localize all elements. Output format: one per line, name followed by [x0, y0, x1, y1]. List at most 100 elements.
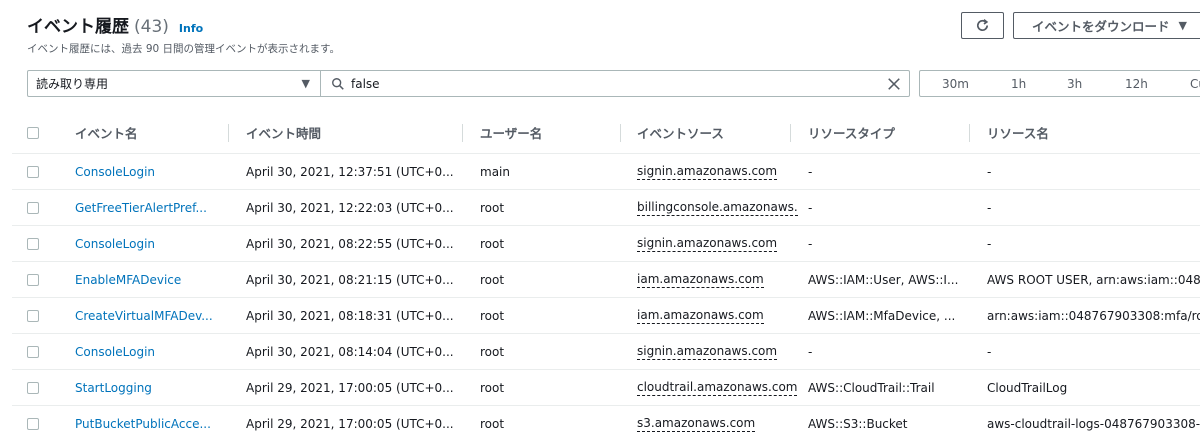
resource-name: -: [987, 164, 992, 179]
select-all-checkbox[interactable]: [27, 126, 39, 139]
row-checkbox[interactable]: [27, 417, 39, 430]
event-name-link[interactable]: EnableMFADevice: [75, 273, 181, 287]
table-row: ConsoleLogin April 30, 2021, 08:22:55 (U…: [12, 226, 1200, 262]
event-name-link[interactable]: GetFreeTierAlertPref...: [75, 201, 207, 215]
column-header-event-source[interactable]: イベントソース: [637, 112, 724, 153]
resource-type: AWS::IAM::User, AWS::I...: [808, 272, 959, 287]
event-name-link[interactable]: CreateVirtualMFADev...: [75, 309, 213, 323]
download-events-label: イベントをダウンロード: [1032, 19, 1170, 34]
row-checkbox[interactable]: [27, 381, 39, 394]
caret-down-icon: ▼: [301, 77, 310, 90]
resource-name: CloudTrailLog: [987, 380, 1068, 395]
event-time: April 30, 2021, 12:22:03 (UTC+0...: [246, 200, 454, 215]
event-name-link[interactable]: ConsoleLogin: [75, 345, 155, 359]
column-divider[interactable]: [462, 124, 463, 142]
download-events-button[interactable]: イベントをダウンロード ▼: [1013, 12, 1200, 39]
event-source[interactable]: signin.amazonaws.com: [637, 164, 778, 180]
event-name-link[interactable]: StartLogging: [75, 381, 152, 395]
clear-icon[interactable]: [887, 77, 901, 91]
resource-type: AWS::IAM::MfaDevice, ...: [808, 308, 956, 323]
event-source[interactable]: cloudtrail.amazonaws.com: [637, 380, 798, 396]
events-table: イベント名 イベント時間 ユーザー名 イベントソース リソースタイプ リソース名…: [12, 112, 1200, 441]
resource-type: AWS::CloudTrail::Trail: [808, 380, 935, 395]
time-range-1h[interactable]: 1h: [1011, 77, 1026, 91]
resource-name: AWS ROOT USER, arn:aws:iam::04876: [987, 272, 1200, 287]
row-select-cell: [27, 226, 39, 261]
row-select-cell: [27, 154, 39, 189]
info-link[interactable]: Info: [179, 22, 203, 35]
row-checkbox[interactable]: [27, 237, 39, 250]
page-description: イベント履歴には、過去 90 日間の管理イベントが表示されます。: [27, 43, 340, 55]
row-checkbox[interactable]: [27, 165, 39, 178]
table-row: ConsoleLogin April 30, 2021, 08:14:04 (U…: [12, 334, 1200, 370]
row-checkbox[interactable]: [27, 345, 39, 358]
resource-type: AWS::S3::Bucket: [808, 416, 908, 431]
search-input[interactable]: [351, 76, 871, 91]
row-select-cell: [27, 370, 39, 405]
time-range-3h[interactable]: 3h: [1067, 77, 1082, 91]
event-time: April 30, 2021, 08:21:15 (UTC+0...: [246, 272, 454, 287]
resource-type: -: [808, 164, 813, 179]
user-name: root: [480, 236, 505, 251]
user-name: main: [480, 164, 510, 179]
event-time: April 30, 2021, 08:14:04 (UTC+0...: [246, 344, 454, 359]
refresh-button[interactable]: [961, 12, 1004, 39]
resource-type: -: [808, 236, 813, 251]
event-time: April 29, 2021, 17:00:05 (UTC+0...: [246, 416, 454, 431]
time-range-30m[interactable]: 30m: [942, 77, 969, 91]
column-header-event-time[interactable]: イベント時間: [246, 112, 321, 153]
time-range-selector: 30m 1h 3h 12h Cu: [919, 70, 1200, 97]
page-title: イベント履歴: [27, 17, 129, 37]
event-name-link[interactable]: PutBucketPublicAcce...: [75, 417, 211, 431]
table-row: ConsoleLogin April 30, 2021, 12:37:51 (U…: [12, 154, 1200, 190]
row-select-cell: [27, 298, 39, 333]
time-range-custom[interactable]: Cu: [1190, 77, 1200, 91]
event-source[interactable]: iam.amazonaws.com: [637, 308, 764, 324]
event-name-link[interactable]: ConsoleLogin: [75, 237, 155, 251]
header-title-row: イベント履歴 (43) Info: [27, 12, 203, 37]
resource-name: aws-cloudtrail-logs-048767903308-4: [987, 416, 1200, 431]
refresh-icon: [977, 19, 989, 31]
event-source[interactable]: signin.amazonaws.com: [637, 344, 778, 360]
search-icon: [332, 78, 344, 90]
event-time: April 30, 2021, 08:22:55 (UTC+0...: [246, 236, 454, 251]
event-time: April 29, 2021, 17:00:05 (UTC+0...: [246, 380, 454, 395]
row-select-cell: [27, 334, 39, 369]
column-divider[interactable]: [790, 124, 791, 142]
resource-name: -: [987, 344, 992, 359]
table-row: StartLogging April 29, 2021, 17:00:05 (U…: [12, 370, 1200, 406]
row-checkbox[interactable]: [27, 273, 39, 286]
event-count: (43): [134, 17, 169, 37]
event-source[interactable]: billingconsole.amazonaws.: [637, 200, 798, 216]
lookup-attribute-select[interactable]: 読み取り専用 ▼: [27, 70, 321, 97]
user-name: root: [480, 380, 505, 395]
user-name: root: [480, 308, 505, 323]
row-checkbox[interactable]: [27, 309, 39, 322]
event-time: April 30, 2021, 08:18:31 (UTC+0...: [246, 308, 454, 323]
resource-type: -: [808, 200, 813, 215]
resource-name: arn:aws:iam::048767903308:mfa/roo: [987, 308, 1200, 323]
caret-down-icon: ▼: [1178, 19, 1187, 32]
column-divider[interactable]: [620, 124, 621, 142]
column-divider[interactable]: [228, 124, 229, 142]
column-header-user-name[interactable]: ユーザー名: [480, 112, 542, 153]
lookup-attribute-value: 読み取り専用: [36, 77, 109, 91]
row-select-cell: [27, 262, 39, 297]
event-history-page: イベント履歴 (43) Info イベント履歴には、過去 90 日間の管理イベン…: [0, 0, 1200, 441]
column-divider[interactable]: [969, 124, 970, 142]
row-checkbox[interactable]: [27, 201, 39, 214]
column-header-resource-name[interactable]: リソース名: [987, 112, 1049, 153]
event-source[interactable]: signin.amazonaws.com: [637, 236, 778, 252]
user-name: root: [480, 200, 505, 215]
search-field[interactable]: [320, 70, 910, 97]
event-name-link[interactable]: ConsoleLogin: [75, 165, 155, 179]
event-source[interactable]: s3.amazonaws.com: [637, 416, 756, 432]
resource-name: -: [987, 236, 992, 251]
table-header-row: イベント名 イベント時間 ユーザー名 イベントソース リソースタイプ リソース名: [12, 112, 1200, 154]
column-header-event-name[interactable]: イベント名: [75, 112, 138, 153]
table-row: GetFreeTierAlertPref... April 30, 2021, …: [12, 190, 1200, 226]
time-range-12h[interactable]: 12h: [1125, 77, 1148, 91]
event-source[interactable]: iam.amazonaws.com: [637, 272, 764, 288]
column-header-resource-type[interactable]: リソースタイプ: [808, 112, 895, 153]
user-name: root: [480, 416, 505, 431]
